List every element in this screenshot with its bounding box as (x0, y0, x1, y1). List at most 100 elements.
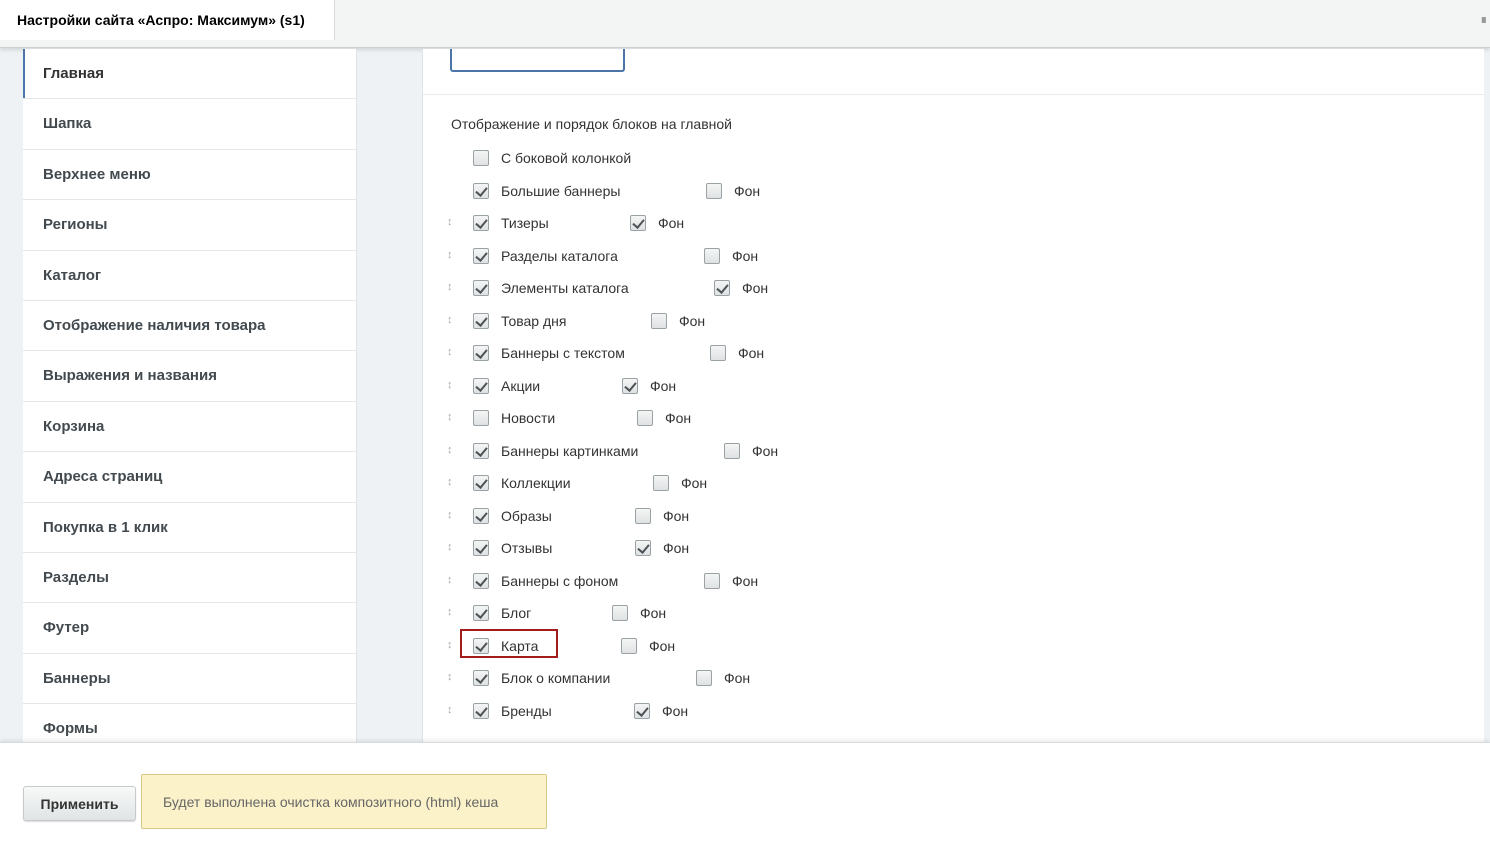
drag-handle-icon[interactable]: ↕ (447, 345, 455, 359)
text-input[interactable] (450, 49, 625, 72)
fon-label: Фон (752, 442, 779, 459)
block-checkbox[interactable] (473, 475, 489, 491)
drag-handle-icon[interactable]: ↕ (447, 508, 455, 522)
drag-handle-icon[interactable]: ↕ (447, 280, 455, 294)
block-label: Образы (501, 507, 552, 524)
sidebar-item[interactable]: Формы (23, 704, 356, 743)
fon-label: Фон (663, 540, 690, 556)
fon-label: Фон (734, 182, 761, 199)
sidebar-item[interactable]: Покупка в 1 клик (23, 503, 356, 553)
block-checkbox[interactable] (473, 247, 489, 264)
sidebar-item[interactable]: Баннеры (23, 654, 356, 705)
block-checkbox[interactable] (473, 702, 489, 719)
block-checkbox[interactable] (473, 215, 489, 231)
fon-checkbox[interactable] (635, 540, 651, 556)
fon-checkbox[interactable] (651, 312, 667, 329)
sidebar-item[interactable]: Выражения и названия (23, 351, 356, 402)
tab-site-settings[interactable]: Настройки сайта «Аспро: Максимум» (s1) (0, 0, 335, 40)
drag-handle-icon[interactable]: ↕ (447, 475, 455, 489)
block-row: ↕ Баннеры картинками Фон (423, 437, 1484, 470)
sidebar-item[interactable]: Отображение наличия товара (23, 301, 356, 352)
block-row: ↕ Блог Фон (423, 599, 1484, 632)
fon-checkbox[interactable] (653, 475, 669, 491)
block-checkbox[interactable] (473, 150, 489, 166)
drag-handle-icon[interactable]: ↕ (447, 638, 455, 652)
fon-checkbox[interactable] (714, 280, 730, 296)
drag-handle-icon[interactable]: ↕ (447, 215, 455, 229)
block-row: ↕ Товар дня Фон (423, 307, 1484, 340)
fon-label: Фон (681, 475, 708, 491)
drag-handle-icon[interactable]: ↕ (447, 378, 455, 392)
sidebar-item[interactable]: Каталог (23, 251, 356, 301)
fon-label: Фон (724, 670, 751, 686)
fon-checkbox[interactable] (724, 442, 740, 459)
block-list: С боковой колонкой Большие баннеры Фон ↕ Тиз… (423, 144, 1484, 729)
sidebar-item[interactable]: Шапка (23, 99, 356, 150)
fon-checkbox[interactable] (630, 215, 646, 231)
block-label: Баннеры картинками (501, 442, 639, 459)
sidebar-item[interactable]: Корзина (23, 402, 356, 453)
sidebar-item[interactable]: Футер (23, 603, 356, 654)
section-title: Отображение и порядок блоков на главной (451, 116, 732, 132)
divider (423, 94, 1484, 95)
fon-label: Фон (679, 312, 706, 329)
settings-sidebar: Главная Шапка Верхнее меню Регионы Каталог От… (23, 49, 357, 743)
cache-notice: Будет выполнена очистка композитного (ht… (141, 774, 547, 829)
fon-checkbox[interactable] (696, 670, 712, 686)
block-row: ↕ Новости Фон (423, 404, 1484, 437)
fon-checkbox[interactable] (612, 605, 628, 621)
fon-checkbox[interactable] (634, 702, 650, 719)
block-checkbox[interactable] (473, 605, 489, 621)
drag-handle-icon[interactable]: ↕ (447, 443, 455, 457)
block-label: Бренды (501, 702, 552, 719)
fon-label: Фон (738, 345, 765, 361)
block-label: Элементы каталога (501, 280, 629, 296)
fon-checkbox[interactable] (621, 637, 637, 654)
fon-checkbox[interactable] (704, 247, 720, 264)
block-checkbox[interactable] (473, 312, 489, 329)
drag-handle-icon[interactable]: ↕ (447, 670, 455, 684)
block-row: ↕ Акции Фон (423, 372, 1484, 405)
fon-checkbox[interactable] (635, 507, 651, 524)
block-checkbox[interactable] (473, 572, 489, 589)
block-row: ↕ Разделы каталога Фон (423, 242, 1484, 275)
block-row: ↕ Тизеры Фон (423, 209, 1484, 242)
block-checkbox[interactable] (473, 410, 489, 426)
block-checkbox[interactable] (473, 507, 489, 524)
sidebar-item[interactable]: Регионы (23, 200, 356, 251)
block-checkbox[interactable] (473, 670, 489, 686)
block-checkbox[interactable] (473, 540, 489, 556)
block-checkbox[interactable] (473, 182, 489, 199)
sidebar-item[interactable]: Главная (23, 49, 356, 100)
fon-checkbox[interactable] (622, 377, 638, 394)
block-checkbox[interactable] (473, 345, 489, 361)
fon-checkbox[interactable] (704, 572, 720, 589)
drag-handle-icon[interactable]: ↕ (447, 703, 455, 717)
fon-checkbox[interactable] (637, 410, 653, 426)
fon-label: Фон (662, 702, 689, 719)
block-checkbox[interactable] (473, 377, 489, 394)
drag-handle-icon[interactable]: ↕ (447, 605, 455, 619)
block-label: Разделы каталога (501, 247, 618, 264)
drag-handle-icon[interactable]: ↕ (447, 248, 455, 262)
drag-handle-icon[interactable]: ↕ (447, 540, 455, 554)
block-row: ↕ Карта Фон (423, 628, 1484, 665)
sidebar-item[interactable]: Адреса страниц (23, 452, 356, 503)
fon-checkbox[interactable] (706, 182, 722, 199)
bottom-bar: Применить Будет выполнена очистка композ… (0, 742, 1490, 845)
drag-handle-icon[interactable]: ↕ (447, 573, 455, 587)
drag-handle-icon[interactable]: ↕ (447, 313, 455, 327)
block-checkbox[interactable] (473, 637, 489, 654)
block-label: Блог (501, 605, 532, 621)
pin-icon[interactable]: ∎ (1480, 12, 1488, 26)
block-checkbox[interactable] (473, 280, 489, 296)
sidebar-item[interactable]: Разделы (23, 553, 356, 604)
fon-label: Фон (650, 377, 677, 394)
fon-checkbox[interactable] (710, 345, 726, 361)
drag-handle-icon[interactable]: ↕ (447, 410, 455, 424)
block-row: ↕ Образы Фон (423, 502, 1484, 535)
apply-button[interactable]: Применить (23, 786, 136, 821)
block-checkbox[interactable] (473, 442, 489, 459)
tab-bar: Настройки сайта «Аспро: Максимум» (s1) ∎ (0, 0, 1490, 48)
sidebar-item[interactable]: Верхнее меню (23, 150, 356, 201)
